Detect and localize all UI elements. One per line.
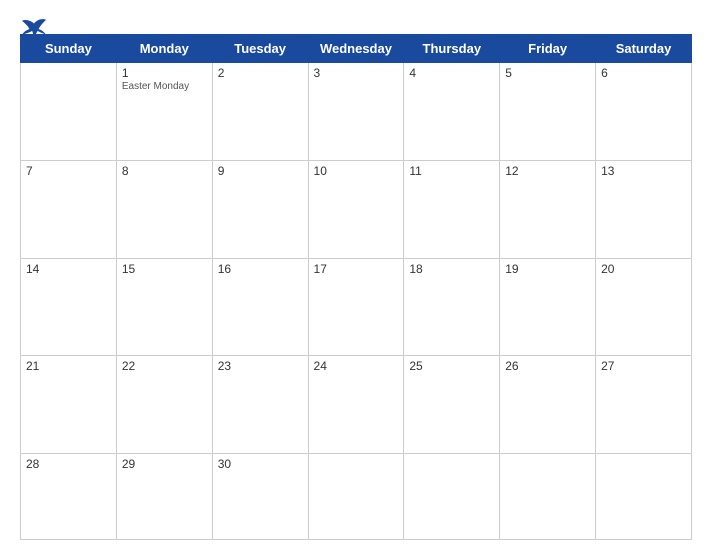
- calendar-cell: [21, 63, 117, 161]
- calendar-cell: 20: [596, 258, 692, 356]
- calendar-cell: 5: [500, 63, 596, 161]
- calendar-cell: [596, 454, 692, 540]
- weekday-header-friday: Friday: [500, 35, 596, 63]
- calendar-cell: 23: [212, 356, 308, 454]
- day-number: 9: [218, 164, 303, 178]
- week-row-5: 28 29 30: [21, 454, 692, 540]
- weekday-header-saturday: Saturday: [596, 35, 692, 63]
- calendar-cell: 4: [404, 63, 500, 161]
- day-number: 10: [314, 164, 399, 178]
- calendar-cell: 25: [404, 356, 500, 454]
- day-number: 3: [314, 66, 399, 80]
- bird-icon: [20, 18, 48, 40]
- day-number: 20: [601, 262, 686, 276]
- holiday-label: Easter Monday: [122, 81, 207, 92]
- day-number: 28: [26, 457, 111, 471]
- day-number: 18: [409, 262, 494, 276]
- day-number: 15: [122, 262, 207, 276]
- day-number: 11: [409, 164, 494, 178]
- day-number: 19: [505, 262, 590, 276]
- calendar-cell: 13: [596, 160, 692, 258]
- calendar-cell: 18: [404, 258, 500, 356]
- calendar-table: SundayMondayTuesdayWednesdayThursdayFrid…: [20, 34, 692, 540]
- calendar-cell: 11: [404, 160, 500, 258]
- weekday-header-row: SundayMondayTuesdayWednesdayThursdayFrid…: [21, 35, 692, 63]
- week-row-3: 14 15 16 17 18 19 20: [21, 258, 692, 356]
- calendar-cell: [404, 454, 500, 540]
- calendar-cell: 1Easter Monday: [116, 63, 212, 161]
- calendar-cell: 2: [212, 63, 308, 161]
- calendar-cell: 16: [212, 258, 308, 356]
- day-number: 12: [505, 164, 590, 178]
- calendar-cell: 21: [21, 356, 117, 454]
- calendar-cell: 15: [116, 258, 212, 356]
- day-number: 14: [26, 262, 111, 276]
- calendar-cell: 6: [596, 63, 692, 161]
- weekday-header-wednesday: Wednesday: [308, 35, 404, 63]
- weekday-header-tuesday: Tuesday: [212, 35, 308, 63]
- calendar-cell: 30: [212, 454, 308, 540]
- day-number: 8: [122, 164, 207, 178]
- calendar-cell: [500, 454, 596, 540]
- day-number: 2: [218, 66, 303, 80]
- calendar-header: [20, 18, 692, 26]
- day-number: 30: [218, 457, 303, 471]
- calendar-cell: 7: [21, 160, 117, 258]
- day-number: 23: [218, 359, 303, 373]
- day-number: 13: [601, 164, 686, 178]
- calendar-cell: 19: [500, 258, 596, 356]
- day-number: 17: [314, 262, 399, 276]
- day-number: 16: [218, 262, 303, 276]
- day-number: 6: [601, 66, 686, 80]
- calendar-cell: 29: [116, 454, 212, 540]
- calendar-cell: 17: [308, 258, 404, 356]
- day-number: 1: [122, 66, 207, 80]
- calendar-cell: 14: [21, 258, 117, 356]
- day-number: 5: [505, 66, 590, 80]
- calendar-cell: 27: [596, 356, 692, 454]
- day-number: 29: [122, 457, 207, 471]
- calendar-cell: 3: [308, 63, 404, 161]
- calendar-cell: 9: [212, 160, 308, 258]
- day-number: 22: [122, 359, 207, 373]
- weekday-header-thursday: Thursday: [404, 35, 500, 63]
- week-row-1: 1Easter Monday 23456: [21, 63, 692, 161]
- calendar-cell: 8: [116, 160, 212, 258]
- calendar-cell: 28: [21, 454, 117, 540]
- day-number: 4: [409, 66, 494, 80]
- calendar-cell: 24: [308, 356, 404, 454]
- week-row-4: 21 22 23 24 25 26 27: [21, 356, 692, 454]
- day-number: 7: [26, 164, 111, 178]
- day-number: 21: [26, 359, 111, 373]
- calendar-cell: 22: [116, 356, 212, 454]
- calendar-cell: 10: [308, 160, 404, 258]
- day-number: 24: [314, 359, 399, 373]
- calendar-cell: 12: [500, 160, 596, 258]
- day-number: 26: [505, 359, 590, 373]
- calendar-cell: [308, 454, 404, 540]
- day-number: 27: [601, 359, 686, 373]
- week-row-2: 789 10 11 12 13: [21, 160, 692, 258]
- day-number: 25: [409, 359, 494, 373]
- calendar-cell: 26: [500, 356, 596, 454]
- logo: [20, 18, 52, 40]
- weekday-header-monday: Monday: [116, 35, 212, 63]
